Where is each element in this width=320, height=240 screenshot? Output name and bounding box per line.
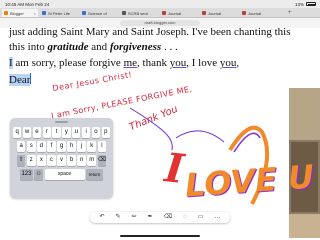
photo (289, 214, 320, 238)
tab-science[interactable]: Science of (80, 9, 116, 17)
pencil-icon[interactable]: ✏ (132, 212, 137, 223)
web-favicon-icon (122, 11, 126, 15)
keyboard-drag-handle[interactable] (55, 121, 68, 123)
body-line-3: I am sorry, please forgive me, thank you… (9, 57, 240, 69)
key[interactable]: d (37, 141, 46, 152)
tab-journal-1[interactable]: Journal (160, 9, 196, 17)
return-key[interactable]: return (86, 169, 104, 180)
key[interactable]: i (81, 127, 91, 138)
tab-st-peter[interactable]: St Peter Life (40, 9, 76, 17)
address-bar: draft.blogger.com (0, 18, 320, 28)
key[interactable]: e (32, 127, 42, 138)
body-line-2: this into gratitude and forgiveness . . … (9, 41, 178, 53)
key[interactable]: o (91, 127, 101, 138)
space-key[interactable]: space (44, 169, 85, 180)
key[interactable]: n (77, 155, 86, 166)
key[interactable]: l (97, 141, 107, 152)
undo-icon[interactable]: ↶ (100, 212, 105, 223)
url-field[interactable]: draft.blogger.com (120, 20, 200, 26)
text-caret (30, 73, 32, 84)
numbers-key[interactable]: 123 (19, 169, 33, 180)
tab-journal-3[interactable]: Journal (240, 9, 276, 17)
body-line-1: just adding Saint Mary and Saint Joseph.… (9, 28, 291, 38)
key[interactable]: b (67, 155, 76, 166)
status-bar: 10:45 AM Mon Feb 24 13% (0, 0, 320, 8)
key[interactable]: r (42, 127, 51, 138)
photo (289, 88, 320, 140)
eraser-icon[interactable]: ⌫ (164, 212, 172, 223)
status-right: 13% (295, 2, 316, 7)
pen-icon[interactable]: ✒ (148, 212, 153, 223)
lasso-icon[interactable]: ◌ (183, 212, 187, 223)
close-icon[interactable]: × (34, 11, 36, 16)
key[interactable]: u (72, 127, 81, 138)
tab-blogger[interactable]: Blogger × (2, 9, 38, 17)
journal-favicon-icon (162, 11, 166, 15)
new-tab-icon[interactable]: + (288, 10, 292, 16)
key[interactable]: c (47, 155, 56, 166)
key[interactable]: z (26, 155, 36, 166)
key[interactable]: v (57, 155, 66, 166)
journal-favicon-icon (202, 11, 206, 15)
key[interactable]: f (47, 141, 56, 152)
floating-keyboard[interactable]: q w e r t y u i o p a s d f g h j k l ⇧ … (10, 118, 113, 198)
keyboard-row-1: q w e r t y u i o p (13, 127, 110, 138)
key[interactable]: g (57, 141, 66, 152)
keyboard-row-4: 123 ☺ space return (13, 169, 110, 180)
key[interactable]: j (77, 141, 86, 152)
keyboard-row-3: ⇧ z x c v b n m ⌫ (13, 155, 110, 166)
key[interactable]: x (37, 155, 46, 166)
tab-bar: Blogger × St Peter Life Science of SCRB s… (0, 8, 320, 18)
ruler-icon[interactable]: ▭ (198, 212, 204, 223)
key[interactable]: p (101, 127, 110, 138)
shift-key[interactable]: ⇧ (16, 155, 26, 166)
key[interactable]: w (22, 127, 32, 138)
key[interactable]: a (16, 141, 26, 152)
key[interactable]: h (67, 141, 76, 152)
blogger-favicon-icon (4, 11, 8, 15)
backspace-key[interactable]: ⌫ (97, 155, 107, 166)
ellipsis-icon[interactable]: … (214, 212, 220, 223)
marker-icon[interactable]: ✎ (116, 212, 121, 223)
tab-journal-2[interactable]: Journal (200, 9, 236, 17)
battery-icon (306, 2, 316, 7)
key[interactable]: k (87, 141, 97, 152)
key[interactable]: y (62, 127, 71, 138)
web-favicon-icon (42, 11, 46, 15)
key[interactable]: q (13, 127, 22, 138)
body-line-4: Dear (9, 73, 32, 86)
markup-toolbar: ↶ ✎ ✏ ✒ ⌫ ◌ ▭ … (90, 212, 230, 223)
keyboard-row-2: a s d f g h j k l (13, 141, 110, 152)
web-favicon-icon (82, 11, 86, 15)
journal-favicon-icon (242, 11, 246, 15)
key[interactable]: t (52, 127, 61, 138)
key[interactable]: m (87, 155, 97, 166)
key[interactable]: s (26, 141, 36, 152)
home-indicator[interactable] (120, 235, 200, 237)
emoji-icon[interactable]: ☺ (34, 169, 44, 180)
tab-scrb[interactable]: SCRB sent (120, 9, 156, 17)
status-time: 10:45 AM Mon Feb 24 (5, 1, 50, 7)
